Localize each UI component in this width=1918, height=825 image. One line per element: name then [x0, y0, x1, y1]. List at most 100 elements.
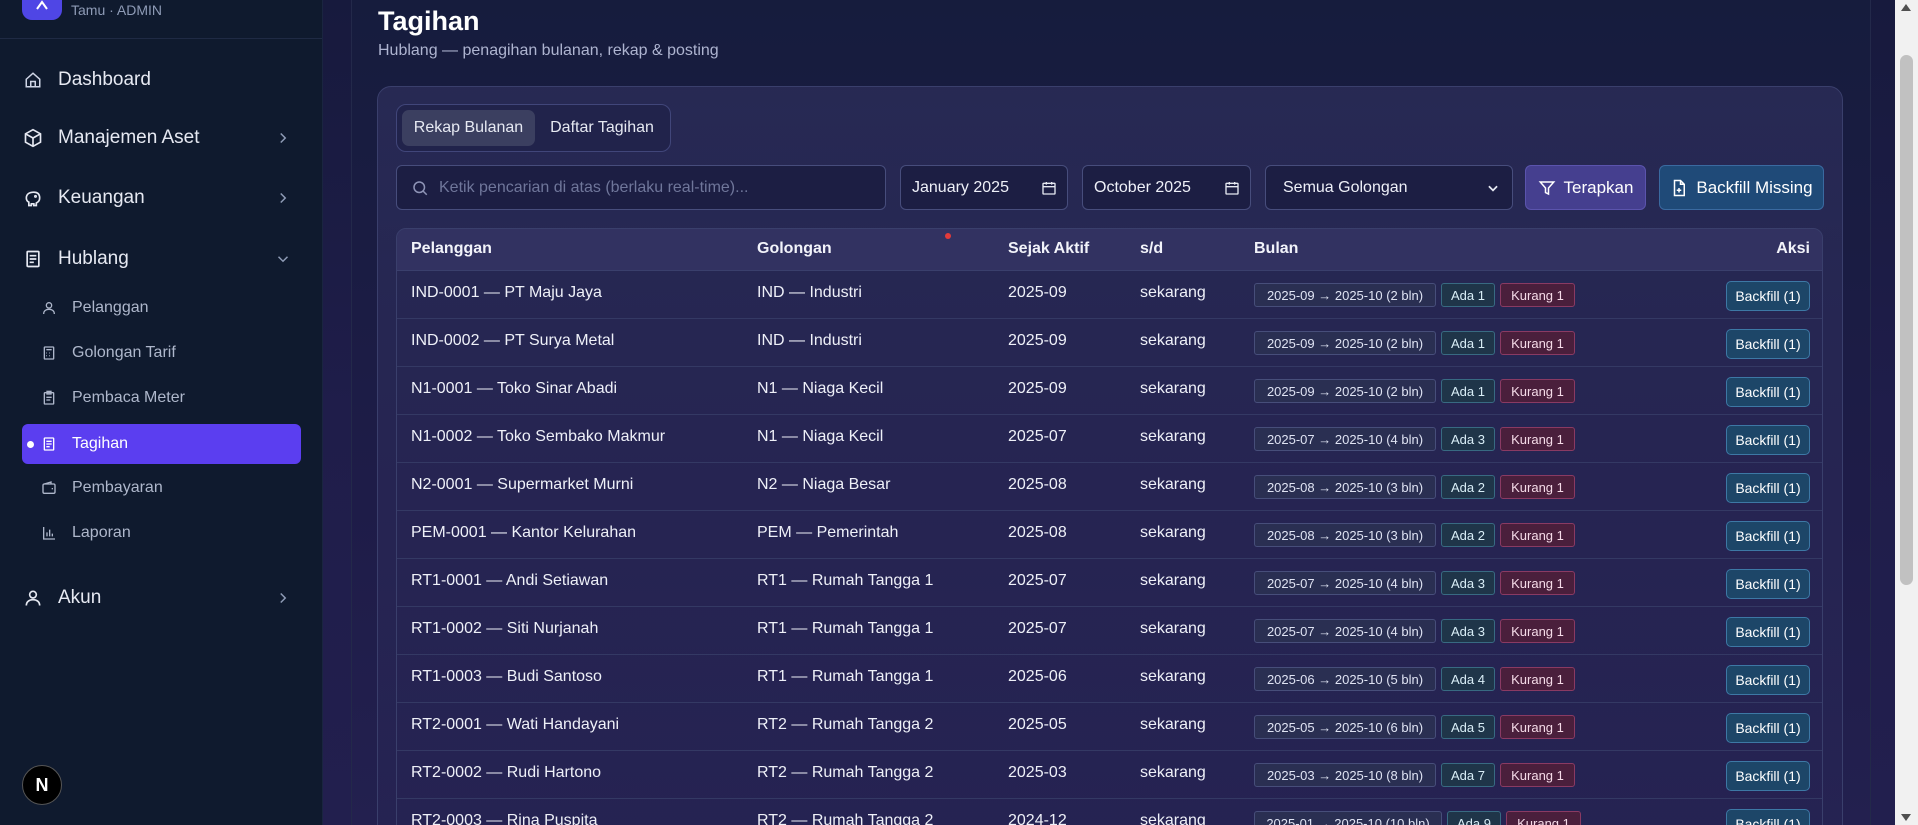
nav-label: Keuangan [58, 187, 145, 208]
table-row[interactable]: RT1-0003 — Budi Santoso RT1 — Rumah Tangg… [397, 655, 1822, 703]
table-row[interactable]: N2-0001 — Supermarket Murni N2 — Niaga Be… [397, 463, 1822, 511]
table-row[interactable]: RT2-0002 — Rudi Hartono RT2 — Rumah Tangg… [397, 751, 1822, 799]
backfill-row-button[interactable]: Backfill (1) [1726, 425, 1810, 455]
backfill-row-button[interactable]: Backfill (1) [1726, 377, 1810, 407]
apply-filter-button[interactable]: Terapkan [1525, 165, 1646, 210]
sidebar-item-pembaca-meter[interactable]: Pembaca Meter [22, 378, 301, 418]
table-row[interactable]: RT1-0002 — Siti Nurjanah RT1 — Rumah Tang… [397, 607, 1822, 655]
column-header[interactable]: Aksi [1776, 240, 1810, 258]
sidebar-item-pelanggan[interactable]: Pelanggan [22, 288, 301, 328]
sidebar-item-label: Golongan Tarif [72, 344, 176, 361]
backfill-row-button[interactable]: Backfill (1) [1726, 665, 1810, 695]
nav-hublang[interactable]: Hublang [22, 239, 300, 279]
existing-count-badge: Ada 2 [1441, 475, 1495, 499]
user-icon [40, 299, 58, 317]
backfill-row-button[interactable]: Backfill (1) [1726, 569, 1810, 599]
tab-group: Rekap Bulanan Daftar Tagihan [396, 104, 671, 152]
cell-sampai-dengan: sekarang [1140, 332, 1206, 349]
billing-recap-table: Pelanggan Golongan Sejak Aktif s/d Bulan… [396, 228, 1823, 825]
cell-golongan: RT2 — Rumah Tangga 2 [757, 764, 934, 781]
golongan-select-value: Semua Golongan [1283, 178, 1408, 196]
sidebar-item-pembayaran[interactable]: Pembayaran [22, 468, 301, 508]
nav-label: Dashboard [58, 69, 151, 90]
table-row[interactable]: RT1-0001 — Andi Setiawan RT1 — Rumah Tang… [397, 559, 1822, 607]
from-month-input[interactable]: January 2025 [900, 165, 1068, 210]
cell-sejak-aktif: 2025-07 [1008, 620, 1067, 637]
missing-count-badge: Kurang 1 [1500, 619, 1575, 643]
column-header[interactable]: Sejak Aktif [1008, 240, 1089, 258]
column-header[interactable]: Golongan [757, 240, 832, 258]
nav-akun[interactable]: Akun [22, 578, 300, 618]
backfill-row-button[interactable]: Backfill (1) [1726, 713, 1810, 743]
table-row[interactable]: N1-0002 — Toko Sembako Makmur N1 — Niaga … [397, 415, 1822, 463]
cell-sampai-dengan: sekarang [1140, 428, 1206, 445]
cell-pelanggan: N1-0001 — Toko Sinar Abadi [411, 380, 618, 397]
backfill-row-button[interactable]: Backfill (1) [1726, 281, 1810, 311]
to-month-input[interactable]: October 2025 [1082, 165, 1251, 210]
calendar-icon[interactable] [1224, 180, 1240, 196]
backfill-row-button[interactable]: Backfill (1) [1726, 521, 1810, 551]
table-row[interactable]: N1-0001 — Toko Sinar Abadi N1 — Niaga Kec… [397, 367, 1822, 415]
home-icon [22, 69, 44, 91]
existing-count-badge: Ada 3 [1441, 571, 1495, 595]
backfill-missing-button[interactable]: Backfill Missing [1659, 165, 1824, 210]
table-row[interactable]: IND-0002 — PT Surya Metal IND — Industri 2… [397, 319, 1822, 367]
table-row[interactable]: RT2-0001 — Wati Handayani RT2 — Rumah Tan… [397, 703, 1822, 751]
tab-rekap-bulanan[interactable]: Rekap Bulanan [402, 110, 535, 146]
nav-label: Manajemen Aset [58, 127, 200, 148]
nav-dashboard[interactable]: Dashboard [22, 60, 300, 100]
tab-daftar-tagihan[interactable]: Daftar Tagihan [537, 110, 667, 146]
nav-manajemen-aset[interactable]: Manajemen Aset [22, 118, 300, 158]
page-scrollbar[interactable] [1895, 0, 1918, 825]
sidebar-item-golongan-tarif[interactable]: Golongan Tarif [22, 333, 301, 373]
existing-count-badge: Ada 1 [1441, 379, 1495, 403]
cell-pelanggan: IND-0002 — PT Surya Metal [411, 332, 615, 349]
cell-sejak-aktif: 2024-12 [1008, 812, 1067, 825]
nav-keuangan[interactable]: Keuangan [22, 178, 300, 218]
cell-pelanggan: RT1-0001 — Andi Setiawan [411, 572, 609, 589]
cell-sejak-aktif: 2025-06 [1008, 668, 1067, 685]
receipt-icon [40, 435, 58, 453]
from-month-value: January 2025 [912, 178, 1009, 196]
app-logo[interactable] [22, 0, 62, 20]
cell-sampai-dengan: sekarang [1140, 524, 1206, 541]
backfill-row-button[interactable]: Backfill (1) [1726, 761, 1810, 791]
column-header[interactable]: s/d [1140, 240, 1163, 258]
calculator-icon [40, 344, 58, 362]
cell-golongan: N2 — Niaga Besar [757, 476, 891, 493]
search-input[interactable]: Ketik pencarian di atas (berlaku real-ti… [396, 165, 886, 210]
period-range-badge: 2025-05 → 2025-10 (6 bln) [1254, 715, 1436, 739]
table-header: Pelanggan Golongan Sejak Aktif s/d Bulan… [397, 229, 1822, 271]
scroll-down-arrow[interactable] [1901, 814, 1911, 821]
column-header[interactable]: Pelanggan [411, 240, 492, 258]
sidebar-item-laporan[interactable]: Laporan [22, 513, 301, 553]
existing-count-badge: Ada 3 [1441, 619, 1495, 643]
missing-count-badge: Kurang 1 [1500, 379, 1575, 403]
backfill-row-button[interactable]: Backfill (1) [1726, 809, 1810, 825]
sidebar-item-tagihan[interactable]: Tagihan [22, 424, 301, 464]
period-range-badge: 2025-07 → 2025-10 (4 bln) [1254, 571, 1436, 595]
period-range-badge: 2025-08 → 2025-10 (3 bln) [1254, 523, 1436, 547]
cell-golongan: IND — Industri [757, 332, 862, 349]
table-row[interactable]: IND-0001 — PT Maju Jaya IND — Industri 202… [397, 271, 1822, 319]
table-row[interactable]: PEM-0001 — Kantor Kelurahan PEM — Pemerin… [397, 511, 1822, 559]
period-range-badge: 2025-01 → 2025-10 (10 bln) [1254, 811, 1442, 825]
backfill-row-button[interactable]: Backfill (1) [1726, 473, 1810, 503]
table-row[interactable]: RT2-0003 — Rina Puspita RT2 — Rumah Tangg… [397, 799, 1822, 825]
box-icon [22, 127, 44, 149]
cell-sampai-dengan: sekarang [1140, 476, 1206, 493]
search-icon [413, 180, 428, 195]
scroll-up-arrow[interactable] [1901, 4, 1911, 11]
chevron-right-icon [280, 132, 287, 144]
backfill-row-button[interactable]: Backfill (1) [1726, 329, 1810, 359]
column-header[interactable]: Bulan [1254, 240, 1298, 258]
scroll-thumb[interactable] [1900, 55, 1913, 585]
golongan-select[interactable]: Semua Golongan [1265, 165, 1513, 210]
file-plus-icon [1674, 179, 1686, 196]
missing-count-badge: Kurang 1 [1500, 667, 1575, 691]
calendar-icon[interactable] [1041, 180, 1057, 196]
backfill-row-button[interactable]: Backfill (1) [1726, 617, 1810, 647]
framework-badge[interactable]: N [22, 765, 62, 805]
logo-icon [36, 0, 48, 10]
existing-count-badge: Ada 3 [1441, 427, 1495, 451]
